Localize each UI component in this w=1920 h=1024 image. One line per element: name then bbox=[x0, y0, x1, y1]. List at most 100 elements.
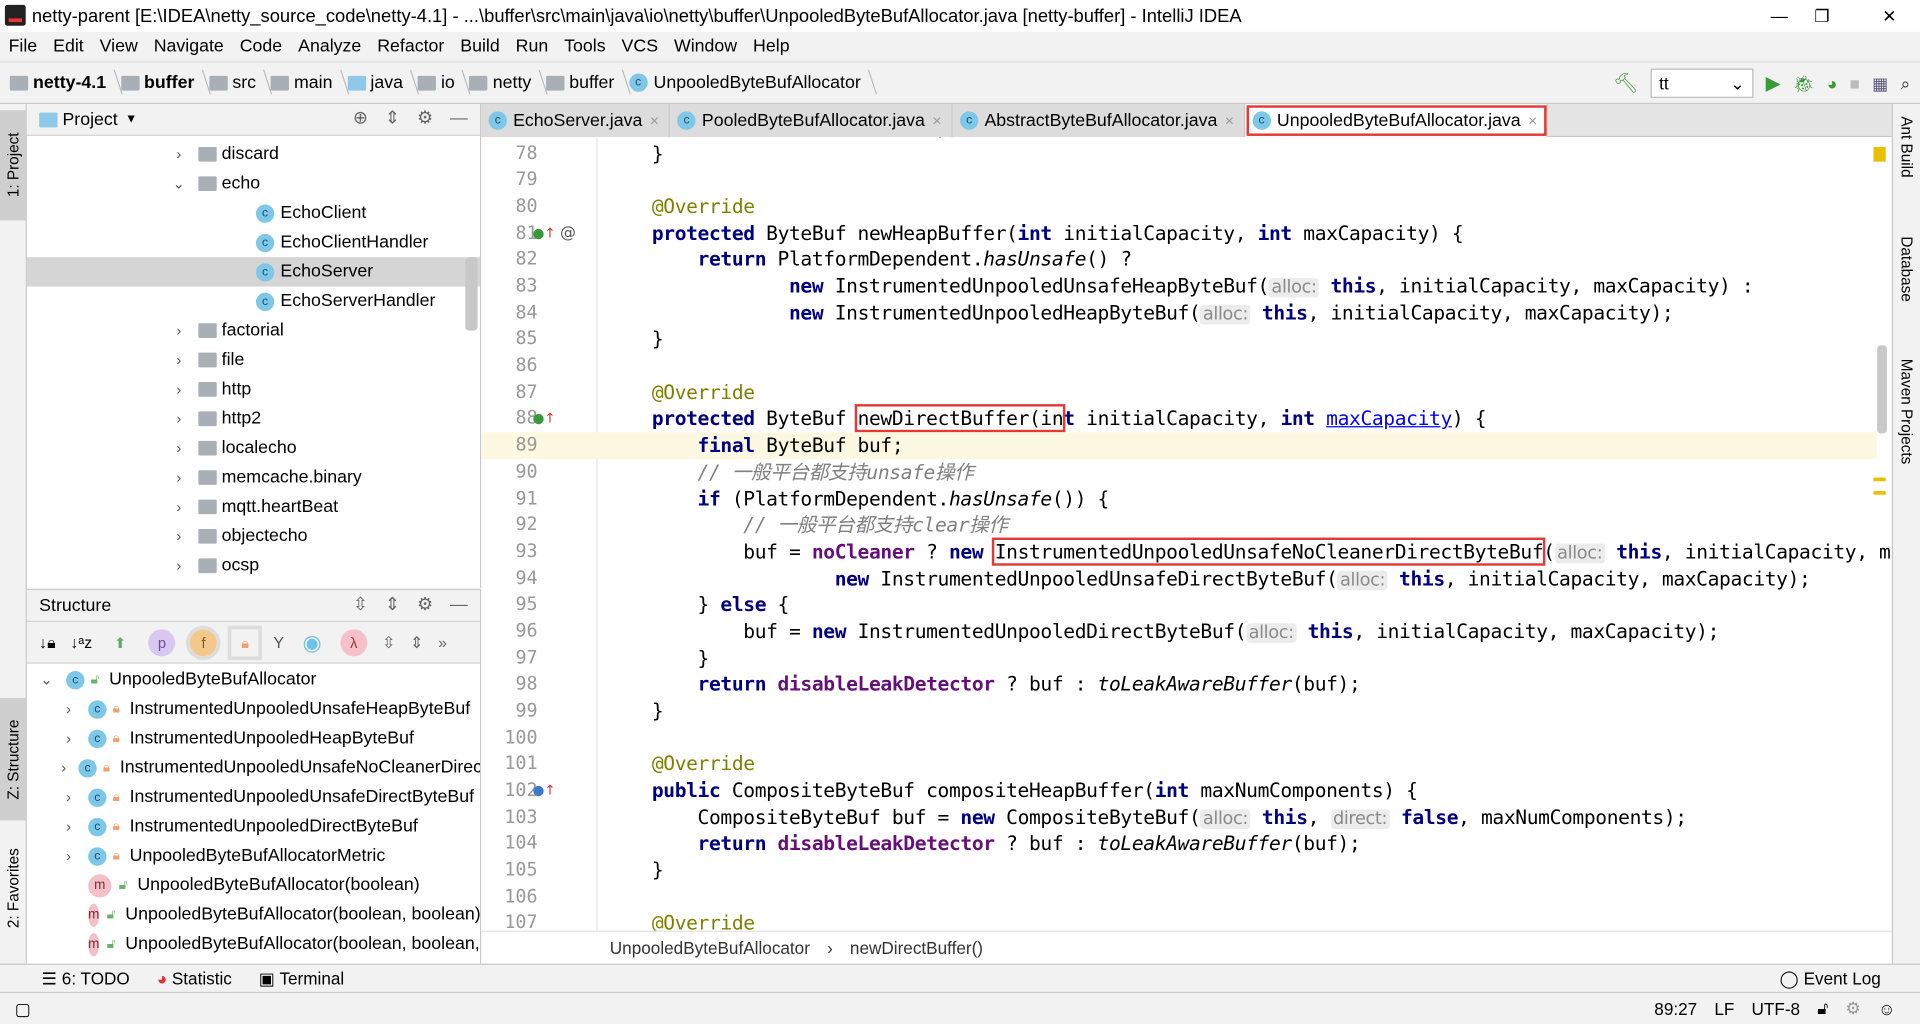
project-panel-title[interactable]: Project bbox=[62, 110, 117, 130]
structure-tree-item[interactable]: m 🔓︎ UnpooledByteBufAllocator(boolean, boo… bbox=[27, 900, 480, 929]
code-line[interactable]: 107 @Override bbox=[481, 910, 1877, 931]
menu-view[interactable]: View bbox=[91, 37, 145, 57]
code-line[interactable]: 92 // 一般平台都支持clear操作 bbox=[481, 512, 1877, 539]
menu-analyze[interactable]: Analyze bbox=[290, 37, 369, 57]
code-line[interactable]: 81 ●↑ @ protected ByteBuf newHeapBuffer(i… bbox=[481, 220, 1877, 247]
collapse-all-icon[interactable]: ⇕ bbox=[385, 595, 400, 615]
menu-code[interactable]: Code bbox=[231, 37, 289, 57]
chevron-right-icon[interactable]: › bbox=[171, 410, 186, 427]
warning-marker[interactable] bbox=[1873, 146, 1886, 162]
maximize-button[interactable]: ❐ bbox=[1794, 0, 1850, 32]
error-stripe-marks[interactable] bbox=[1873, 477, 1886, 495]
code-line[interactable]: 97 } bbox=[481, 645, 1877, 672]
project-tree-item[interactable]: ⌄ echo bbox=[27, 169, 480, 198]
project-tree-item[interactable]: › http bbox=[27, 375, 480, 404]
close-tab-icon[interactable]: × bbox=[650, 111, 659, 129]
show-anonymous-icon[interactable]: Y bbox=[273, 633, 284, 651]
menu-build[interactable]: Build bbox=[452, 37, 507, 57]
project-tree-item[interactable]: › discard bbox=[27, 140, 480, 169]
code-line[interactable]: 84 new InstrumentedUnpooledHeapByteBuf(a… bbox=[481, 300, 1877, 327]
code-line[interactable]: 86 bbox=[481, 353, 1877, 380]
editor-scrollbar[interactable] bbox=[1877, 345, 1887, 434]
show-fields-icon[interactable]: f bbox=[186, 625, 221, 660]
chevron-right-icon[interactable]: › bbox=[171, 322, 186, 339]
project-tree-item[interactable]: c EchoServer bbox=[26, 257, 481, 287]
show-interfaces-icon[interactable]: ◉ bbox=[299, 629, 326, 656]
code-line[interactable]: 94 new InstrumentedUnpooledUnsafeDirectB… bbox=[481, 565, 1877, 592]
breadcrumb-item[interactable]: main bbox=[270, 73, 343, 92]
code-line[interactable]: 99 } bbox=[481, 698, 1877, 725]
run-config-select[interactable]: tt ⌄ bbox=[1650, 68, 1754, 98]
breadcrumb-item[interactable]: buffer bbox=[120, 73, 204, 92]
menu-edit[interactable]: Edit bbox=[45, 37, 92, 57]
stop-icon[interactable]: ■ bbox=[1850, 73, 1860, 93]
project-tree-item[interactable]: c EchoClientHandler bbox=[27, 228, 480, 257]
structure-tree-item[interactable]: › c 🔒︎ UnpooledByteBufAllocatorMetric bbox=[27, 841, 480, 870]
code-line[interactable]: 88 ●↑ protected ByteBuf newDirectBuffer(i… bbox=[481, 404, 1877, 433]
tool-tab-project[interactable]: 1: Project bbox=[0, 110, 27, 221]
structure-tree-item[interactable]: m 🔓︎ UnpooledByteBufAllocator(boolean, boo… bbox=[27, 929, 480, 958]
code-line[interactable]: 102 ●↑ public CompositeByteBuf compositeH… bbox=[481, 778, 1877, 805]
menu-refactor[interactable]: Refactor bbox=[369, 37, 452, 57]
project-tree-item[interactable]: c EchoServerHandler bbox=[27, 287, 480, 316]
menu-run[interactable]: Run bbox=[507, 37, 556, 57]
menu-vcs[interactable]: VCS bbox=[613, 37, 665, 57]
tool-tab-statistic[interactable]: ◕ Statistic bbox=[157, 969, 232, 989]
collapse-all-icon[interactable]: ⇕ bbox=[385, 109, 400, 129]
event-log-button[interactable]: ◯ Event Log bbox=[1780, 968, 1881, 989]
implements-icon[interactable]: ●↑ bbox=[533, 406, 556, 433]
close-button[interactable]: ✕ bbox=[1861, 0, 1917, 32]
code-line[interactable]: 105 } bbox=[481, 857, 1877, 884]
tab-abstractbytebufallocator[interactable]: c AbstractByteBufAllocator.java × bbox=[952, 104, 1246, 138]
code-line[interactable]: 93 buf = noCleaner ? new InstrumentedUnp… bbox=[481, 537, 1892, 566]
structure-tree-item[interactable]: › c 🔒︎ InstrumentedUnpooledHeapByteBuf bbox=[27, 724, 480, 753]
code-line[interactable]: 100 bbox=[481, 724, 1877, 751]
chevron-down-icon[interactable]: ⌄ bbox=[171, 175, 186, 192]
close-tab-icon[interactable]: × bbox=[1225, 111, 1234, 129]
structure-tree-item[interactable]: › c 🔒︎ InstrumentedUnpooledDirectByteBuf bbox=[27, 812, 480, 841]
hide-icon[interactable]: — bbox=[450, 595, 468, 615]
code-line[interactable]: 98 return disableLeakDetector ? buf : to… bbox=[481, 671, 1877, 698]
chevron-right-icon[interactable]: › bbox=[171, 440, 186, 457]
tab-unpooledbytebufallocator[interactable]: c UnpooledByteBufAllocator.java × bbox=[1245, 104, 1549, 138]
code-line[interactable]: 101 @Override bbox=[481, 751, 1877, 778]
build-hammer-icon[interactable]: 🔨︎ bbox=[1613, 71, 1638, 95]
project-tree-item[interactable]: › mqtt.heartBeat bbox=[27, 492, 480, 521]
close-tab-icon[interactable]: × bbox=[1528, 111, 1537, 129]
code-editor[interactable]: 77 && PlatformDependent.hasDirectBufferN… bbox=[481, 137, 1892, 931]
memory-indicator-icon[interactable]: ☺ bbox=[1878, 999, 1896, 1019]
menu-file[interactable]: File bbox=[0, 37, 45, 57]
chevron-right-icon[interactable]: › bbox=[61, 789, 76, 806]
breadcrumb-item[interactable]: netty bbox=[469, 73, 542, 92]
code-line[interactable]: 80 @Override bbox=[481, 194, 1877, 221]
project-tree-item[interactable]: › ocsp bbox=[27, 551, 480, 580]
tool-tab-terminal[interactable]: ▣ Terminal bbox=[259, 968, 344, 989]
coverage-icon[interactable]: ◕ bbox=[1827, 73, 1837, 93]
project-tree-item[interactable]: › objectecho bbox=[27, 522, 480, 551]
chevron-right-icon[interactable]: › bbox=[171, 351, 186, 368]
project-tree-item[interactable]: › localecho bbox=[27, 433, 480, 462]
structure-tree-item[interactable]: › c 🔒︎ InstrumentedUnpooledUnsafeNoCleanerD… bbox=[27, 753, 480, 782]
caret-position[interactable]: 89:27 bbox=[1654, 999, 1697, 1019]
project-structure-icon[interactable]: ▦ bbox=[1872, 73, 1888, 94]
file-encoding[interactable]: UTF-8 bbox=[1752, 999, 1801, 1019]
hide-icon[interactable]: — bbox=[450, 109, 468, 129]
breadcrumb-item[interactable]: src bbox=[209, 73, 266, 92]
chevron-right-icon[interactable]: › bbox=[171, 557, 186, 574]
chevron-right-icon[interactable]: › bbox=[61, 700, 76, 717]
chevron-right-icon[interactable]: › bbox=[61, 818, 76, 835]
chevron-right-icon[interactable]: › bbox=[61, 847, 76, 864]
code-line[interactable]: 83 new InstrumentedUnpooledUnsafeHeapByt… bbox=[481, 273, 1877, 300]
collapse-all-icon[interactable]: ⇕ bbox=[410, 632, 423, 652]
breadcrumb-item[interactable]: netty-4.1 bbox=[9, 73, 116, 92]
locate-icon[interactable]: ⊕ bbox=[353, 109, 368, 129]
tab-pooledbytebufallocator[interactable]: c PooledByteBufAllocator.java × bbox=[670, 104, 953, 138]
editor-crumb-method[interactable]: newDirectBuffer() bbox=[850, 938, 983, 958]
code-line[interactable]: 78 } bbox=[481, 140, 1877, 167]
structure-tree-item[interactable]: ⌄ c 🔓︎ UnpooledByteBufAllocator bbox=[27, 665, 480, 694]
show-lambdas-icon[interactable]: λ bbox=[340, 628, 368, 656]
code-line[interactable]: 104 return disableLeakDetector ? buf : t… bbox=[481, 831, 1877, 858]
code-line[interactable]: 85 } bbox=[481, 326, 1877, 353]
chevron-right-icon[interactable]: › bbox=[171, 381, 186, 398]
chevron-right-icon[interactable]: › bbox=[171, 146, 186, 163]
